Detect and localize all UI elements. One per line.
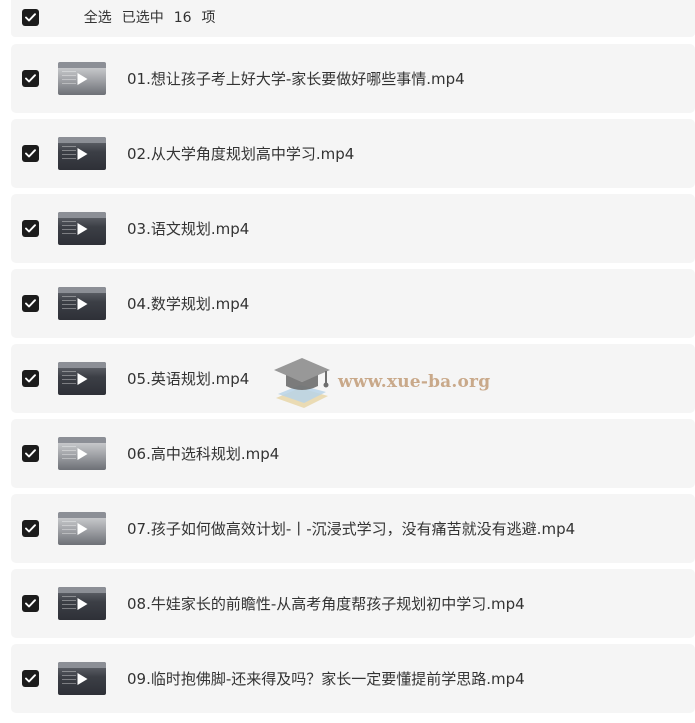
thumbnail-toolbar [58, 287, 106, 293]
play-icon [77, 522, 88, 535]
file-row[interactable]: 01.想让孩子考上好大学-家长要做好哪些事情.mp4 [11, 44, 695, 113]
checkbox-checked-icon [25, 449, 36, 458]
thumbnail-toolbar [58, 437, 106, 443]
file-name[interactable]: 02.从大学角度规划高中学习.mp4 [127, 143, 354, 164]
select-all-checkbox[interactable] [22, 9, 39, 26]
thumbnail-content [62, 596, 76, 612]
video-thumbnail[interactable] [58, 587, 106, 620]
play-icon [77, 672, 88, 685]
file-checkbox[interactable] [22, 145, 39, 162]
file-name[interactable]: 01.想让孩子考上好大学-家长要做好哪些事情.mp4 [127, 68, 465, 89]
play-icon [77, 447, 88, 460]
file-row[interactable]: 07.孩子如何做高效计划-丨-沉浸式学习，没有痛苦就没有逃避.mp4 [11, 494, 695, 563]
checkbox-checked-icon [25, 149, 36, 158]
video-thumbnail[interactable] [58, 212, 106, 245]
file-checkbox[interactable] [22, 295, 39, 312]
file-name[interactable]: 05.英语规划.mp4 [127, 368, 249, 389]
checkbox-checked-icon [25, 674, 36, 683]
file-row[interactable]: 03.语文规划.mp4 [11, 194, 695, 263]
play-icon [77, 147, 88, 160]
file-row[interactable]: 06.高中选科规划.mp4 [11, 419, 695, 488]
thumbnail-content [62, 446, 76, 462]
checkbox-checked-icon [25, 224, 36, 233]
file-checkbox[interactable] [22, 70, 39, 87]
file-name[interactable]: 08.牛娃家长的前瞻性-从高考角度帮孩子规划初中学习.mp4 [127, 593, 525, 614]
video-thumbnail[interactable] [58, 362, 106, 395]
video-thumbnail[interactable] [58, 62, 106, 95]
file-name[interactable]: 04.数学规划.mp4 [127, 293, 249, 314]
selection-header: 全选 已选中 16 项 [11, 0, 695, 37]
checkbox-checked-icon [25, 74, 36, 83]
file-checkbox[interactable] [22, 445, 39, 462]
file-selection-page: 全选 已选中 16 项 01.想让孩子考上好大学-家长要做好哪些事情.mp4 02.从大… [0, 0, 695, 723]
thumbnail-toolbar [58, 62, 106, 68]
checkbox-checked-icon [25, 599, 36, 608]
thumbnail-toolbar [58, 587, 106, 593]
thumbnail-content [62, 296, 76, 312]
selection-summary: 全选 已选中 16 项 [57, 0, 226, 43]
file-row[interactable]: 09.临时抱佛脚-还来得及吗？家长一定要懂提前学思路.mp4 [11, 644, 695, 713]
video-thumbnail[interactable] [58, 287, 106, 320]
selected-suffix: 项 [201, 10, 216, 26]
video-thumbnail[interactable] [58, 137, 106, 170]
play-icon [77, 72, 88, 85]
thumbnail-toolbar [58, 362, 106, 368]
selected-count: 16 [173, 10, 192, 26]
play-icon [77, 297, 88, 310]
thumbnail-content [62, 71, 76, 87]
thumbnail-toolbar [58, 512, 106, 518]
file-name[interactable]: 06.高中选科规划.mp4 [127, 443, 279, 464]
select-all-label[interactable]: 全选 [84, 10, 112, 26]
play-icon [77, 597, 88, 610]
file-row[interactable]: 05.英语规划.mp4 [11, 344, 695, 413]
video-thumbnail[interactable] [58, 512, 106, 545]
file-row[interactable]: 04.数学规划.mp4 [11, 269, 695, 338]
file-name[interactable]: 07.孩子如何做高效计划-丨-沉浸式学习，没有痛苦就没有逃避.mp4 [127, 518, 575, 539]
file-checkbox[interactable] [22, 370, 39, 387]
file-name[interactable]: 03.语文规划.mp4 [127, 218, 249, 239]
file-checkbox[interactable] [22, 595, 39, 612]
checkbox-checked-icon [25, 13, 36, 22]
file-name[interactable]: 09.临时抱佛脚-还来得及吗？家长一定要懂提前学思路.mp4 [127, 668, 525, 689]
checkbox-checked-icon [25, 299, 36, 308]
thumbnail-content [62, 146, 76, 162]
thumbnail-content [62, 671, 76, 687]
thumbnail-toolbar [58, 137, 106, 143]
thumbnail-toolbar [58, 662, 106, 668]
file-row[interactable]: 08.牛娃家长的前瞻性-从高考角度帮孩子规划初中学习.mp4 [11, 569, 695, 638]
file-checkbox[interactable] [22, 520, 39, 537]
video-thumbnail[interactable] [58, 662, 106, 695]
video-thumbnail[interactable] [58, 437, 106, 470]
checkbox-checked-icon [25, 374, 36, 383]
thumbnail-content [62, 521, 76, 537]
thumbnail-content [62, 371, 76, 387]
file-checkbox[interactable] [22, 220, 39, 237]
file-checkbox[interactable] [22, 670, 39, 687]
thumbnail-toolbar [58, 212, 106, 218]
play-icon [77, 222, 88, 235]
checkbox-checked-icon [25, 524, 36, 533]
selected-prefix: 已选中 [121, 10, 164, 26]
play-icon [77, 372, 88, 385]
file-row[interactable]: 02.从大学角度规划高中学习.mp4 [11, 119, 695, 188]
thumbnail-content [62, 221, 76, 237]
